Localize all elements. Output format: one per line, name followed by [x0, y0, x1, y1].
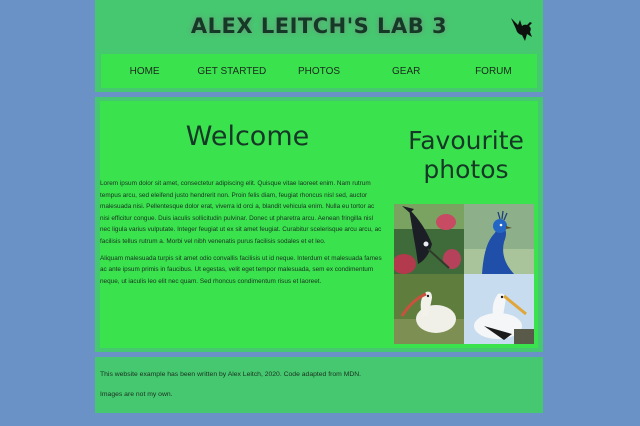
tui-bird-photo — [394, 204, 464, 274]
photo-gallery — [394, 204, 534, 344]
nav-get-started[interactable]: GET STARTED — [188, 54, 275, 88]
peacock-photo — [464, 204, 534, 274]
site-footer: This website example has been written by… — [95, 357, 543, 413]
ibis-photo — [394, 274, 464, 344]
nav-gear[interactable]: GEAR — [363, 54, 450, 88]
nav-home[interactable]: HOME — [101, 54, 188, 88]
nav-forum[interactable]: FORUM — [450, 54, 537, 88]
site-title: ALEX LEITCH'S LAB 3 — [190, 14, 448, 38]
footer-disclaimer: Images are not my own. — [100, 391, 173, 398]
article-title: Welcome — [185, 121, 310, 152]
stork-photo — [464, 274, 534, 344]
bird-icon — [511, 18, 532, 41]
aside-title: Favourite photos — [408, 126, 524, 184]
article-paragraph: Aliquam malesuada turpis sit amet odio c… — [100, 254, 382, 285]
main-nav: HOME GET STARTED PHOTOS GEAR FORUM — [101, 54, 537, 88]
article-paragraph: Lorem ipsum dolor sit amet, consectetur … — [100, 180, 382, 245]
main-inner-panel: Welcome Lorem ipsum dolor sit amet, cons… — [100, 101, 538, 348]
site-header: ALEX LEITCH'S LAB 3 HOME GET STARTED PHO… — [95, 0, 543, 92]
article-body: Lorem ipsum dolor sit amet, consectetur … — [100, 178, 385, 292]
nav-photos[interactable]: PHOTOS — [275, 54, 362, 88]
main-content: Welcome Lorem ipsum dolor sit amet, cons… — [95, 97, 543, 352]
footer-credit: This website example has been written by… — [100, 371, 362, 378]
